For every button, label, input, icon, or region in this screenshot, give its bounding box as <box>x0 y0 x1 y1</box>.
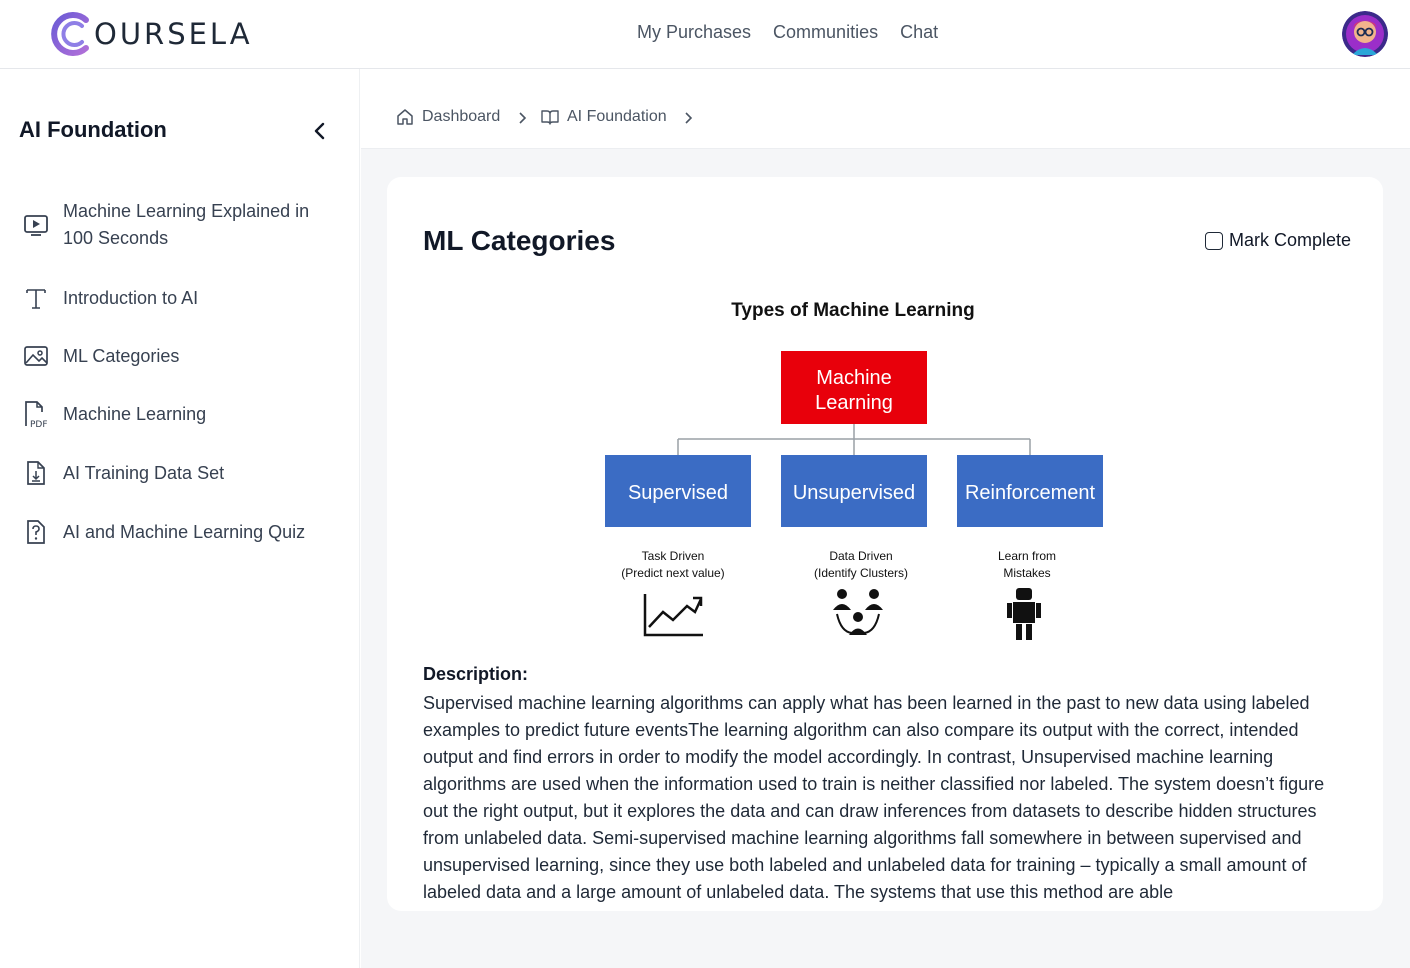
lesson-card: ML Categories Mark Complete Types of Mac… <box>387 177 1383 911</box>
text-icon <box>22 284 50 312</box>
breadcrumb-ai-foundation[interactable]: AI Foundation <box>541 108 667 126</box>
sidebar-item-ml-categories[interactable]: ML Categories <box>22 342 332 370</box>
nav-my-purchases[interactable]: My Purchases <box>637 22 751 43</box>
diagram-caption: Task Driven <box>642 549 705 563</box>
diagram-branch-label: Unsupervised <box>793 482 915 504</box>
breadcrumb-label: AI Foundation <box>567 108 667 125</box>
diagram-connectors <box>677 424 1031 455</box>
sidebar-item-label: AI Training Data Set <box>63 462 225 483</box>
collapse-sidebar-button[interactable] <box>308 119 330 143</box>
checkbox-icon <box>1205 231 1223 250</box>
image-icon <box>22 342 50 370</box>
sidebar-item-ai-ml-quiz[interactable]: AI and Machine Learning Quiz <box>22 518 332 546</box>
diagram-root-line2: Learning <box>815 392 893 414</box>
ml-types-diagram: Types of Machine Learning Machine Learni… <box>605 300 1103 640</box>
sidebar-item-machine-learning[interactable]: PDF Machine Learning <box>22 400 332 429</box>
sidebar-item-label: Introduction to AI <box>63 287 199 308</box>
top-bar: OURSELA My Purchases Communities Chat <box>0 0 1410 69</box>
video-icon <box>22 211 50 239</box>
sidebar-item-ml-explained[interactable]: Machine Learning Explained in 100 Second… <box>22 198 332 252</box>
sidebar-item-label: AI and Machine Learning Quiz <box>63 521 306 542</box>
download-file-icon <box>22 459 50 487</box>
svg-text:PDF: PDF <box>30 420 48 429</box>
diagram-branch-label: Reinforcement <box>965 482 1096 504</box>
chevron-right-icon <box>519 112 527 124</box>
diagram-title: Types of Machine Learning <box>731 300 975 321</box>
book-icon <box>541 110 559 125</box>
logo-c-icon <box>51 12 89 56</box>
diagram-caption: Mistakes <box>1003 566 1050 580</box>
user-avatar[interactable] <box>1342 11 1388 57</box>
diagram-root-line1: Machine <box>816 367 892 389</box>
breadcrumb-label: Dashboard <box>422 108 501 125</box>
diagram-caption: (Predict next value) <box>621 566 724 580</box>
diagram-caption: Learn from <box>998 549 1056 563</box>
sidebar-item-label: Machine Learning Explained in 100 Second… <box>63 201 310 248</box>
chevron-right-icon <box>685 112 693 124</box>
sidebar-item-label: Machine Learning <box>63 403 207 424</box>
quiz-icon <box>22 518 50 546</box>
main-content: Dashboard AI Foundation ML Categories Ma… <box>361 69 1410 968</box>
mark-complete-checkbox[interactable]: Mark Complete <box>1205 230 1351 251</box>
avatar-image <box>1342 11 1388 57</box>
pdf-icon: PDF <box>22 400 50 429</box>
course-sidebar: AI Foundation Machine Learning Explained… <box>0 69 360 968</box>
lesson-description: Supervised machine learning algorithms c… <box>423 693 1325 902</box>
nav-communities[interactable]: Communities <box>773 22 878 43</box>
mark-complete-label: Mark Complete <box>1229 230 1352 250</box>
diagram-caption: (Identify Clusters) <box>814 566 908 580</box>
lesson-title: ML Categories <box>423 225 616 256</box>
home-icon <box>397 109 413 125</box>
nav-chat[interactable]: Chat <box>900 22 938 43</box>
robot-icon <box>1007 585 1041 640</box>
sidebar-item-introduction-to-ai[interactable]: Introduction to AI <box>22 284 332 312</box>
sidebar-item-label: ML Categories <box>63 345 180 366</box>
coursela-logo[interactable]: OURSELA <box>46 10 253 58</box>
diagram-caption: Data Driven <box>829 549 892 563</box>
sidebar-item-ai-training-data-set[interactable]: AI Training Data Set <box>22 459 332 487</box>
description-heading: Description: <box>423 664 529 684</box>
trend-chart-icon <box>643 594 703 637</box>
breadcrumb: Dashboard AI Foundation <box>361 69 1410 149</box>
chevron-left-icon <box>314 122 325 140</box>
people-cluster-icon <box>833 589 883 635</box>
diagram-branch-label: Supervised <box>628 482 728 504</box>
sidebar-course-title: AI Foundation <box>19 117 167 142</box>
breadcrumb-dashboard[interactable]: Dashboard <box>396 108 500 126</box>
main-nav: My Purchases Communities Chat <box>637 22 938 43</box>
logo-text: OURSELA <box>94 17 253 51</box>
